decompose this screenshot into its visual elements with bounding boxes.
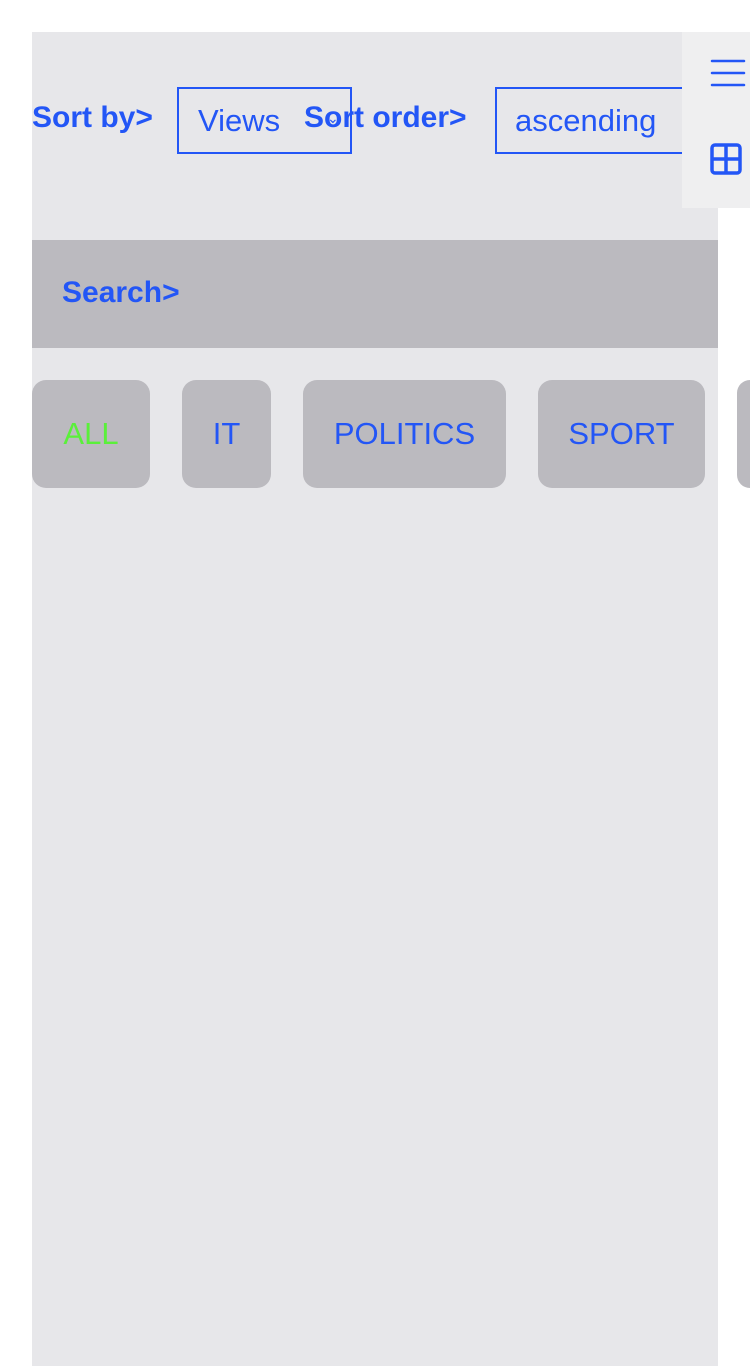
sort-order-label: Sort order> [304,101,467,134]
chip-label: ALL [63,416,119,451]
view-toggle-panel [682,32,750,208]
search-label: Search> [62,276,180,309]
sort-order-value: ascending [515,103,657,138]
main-panel [32,32,718,1366]
category-chip-more[interactable] [737,380,750,488]
sort-by-label: Sort by> [32,101,153,134]
category-chip-sport[interactable]: SPORT [538,380,705,488]
grid-view-icon[interactable] [710,143,744,177]
category-chip-all[interactable]: ALL [32,380,150,488]
category-chip-politics[interactable]: POLITICS [303,380,506,488]
list-view-icon[interactable] [710,58,746,90]
chip-label: POLITICS [333,416,476,451]
category-chip-it[interactable]: IT [182,380,271,488]
search-bar[interactable]: Search> [32,240,718,348]
chip-label: IT [212,416,241,451]
chip-label: SPORT [568,416,675,451]
sort-order-select[interactable]: ascending [495,87,682,154]
sort-by-value: Views [198,103,281,138]
